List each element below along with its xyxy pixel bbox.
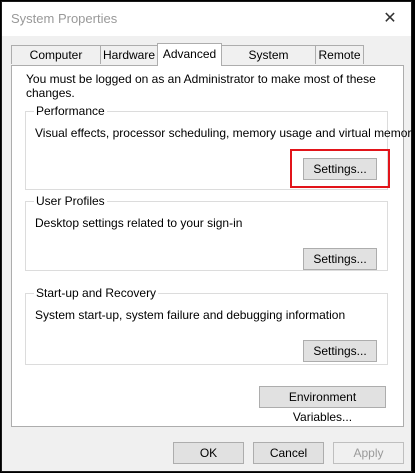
cancel-button[interactable]: Cancel [253, 442, 324, 464]
admin-notice: You must be logged on as an Administrato… [26, 72, 376, 100]
ok-button[interactable]: OK [173, 442, 244, 464]
performance-title: Performance [34, 104, 107, 118]
window-title: System Properties [11, 11, 118, 26]
tab-strip: Computer Name Hardware Advanced System P… [11, 43, 403, 81]
user-profiles-title: User Profiles [34, 194, 107, 208]
user-profiles-description: Desktop settings related to your sign-in [35, 216, 243, 230]
performance-group: Performance Visual effects, processor sc… [25, 104, 415, 190]
startup-recovery-description: System start-up, system failure and debu… [35, 308, 346, 322]
apply-button[interactable]: Apply [333, 442, 404, 464]
tab-computer-name[interactable]: Computer Name [11, 45, 101, 81]
tab-advanced[interactable]: Advanced [157, 43, 222, 66]
dialog-footer: OK Cancel Apply [2, 427, 411, 471]
tab-system-protection[interactable]: System Protection [221, 45, 316, 81]
tab-hardware[interactable]: Hardware [100, 45, 158, 64]
title-bar[interactable]: System Properties ✕ [2, 2, 411, 36]
highlight-box [290, 149, 390, 188]
system-properties-window: System Properties ✕ Computer Name Hardwa… [1, 1, 415, 472]
startup-recovery-group: Start-up and Recovery System start-up, s… [25, 286, 388, 365]
startup-recovery-settings-button[interactable]: Settings... [303, 340, 377, 362]
user-profiles-settings-button[interactable]: Settings... [303, 248, 377, 270]
user-profiles-group: User Profiles Desktop settings related t… [25, 194, 388, 271]
environment-variables-button[interactable]: Environment Variables... [259, 386, 386, 424]
performance-description: Visual effects, processor scheduling, me… [35, 126, 415, 140]
advanced-tab-panel: You must be logged on as an Administrato… [11, 65, 415, 427]
tab-remote[interactable]: Remote [315, 45, 364, 64]
startup-recovery-title: Start-up and Recovery [34, 286, 159, 300]
close-icon[interactable]: ✕ [378, 7, 402, 31]
